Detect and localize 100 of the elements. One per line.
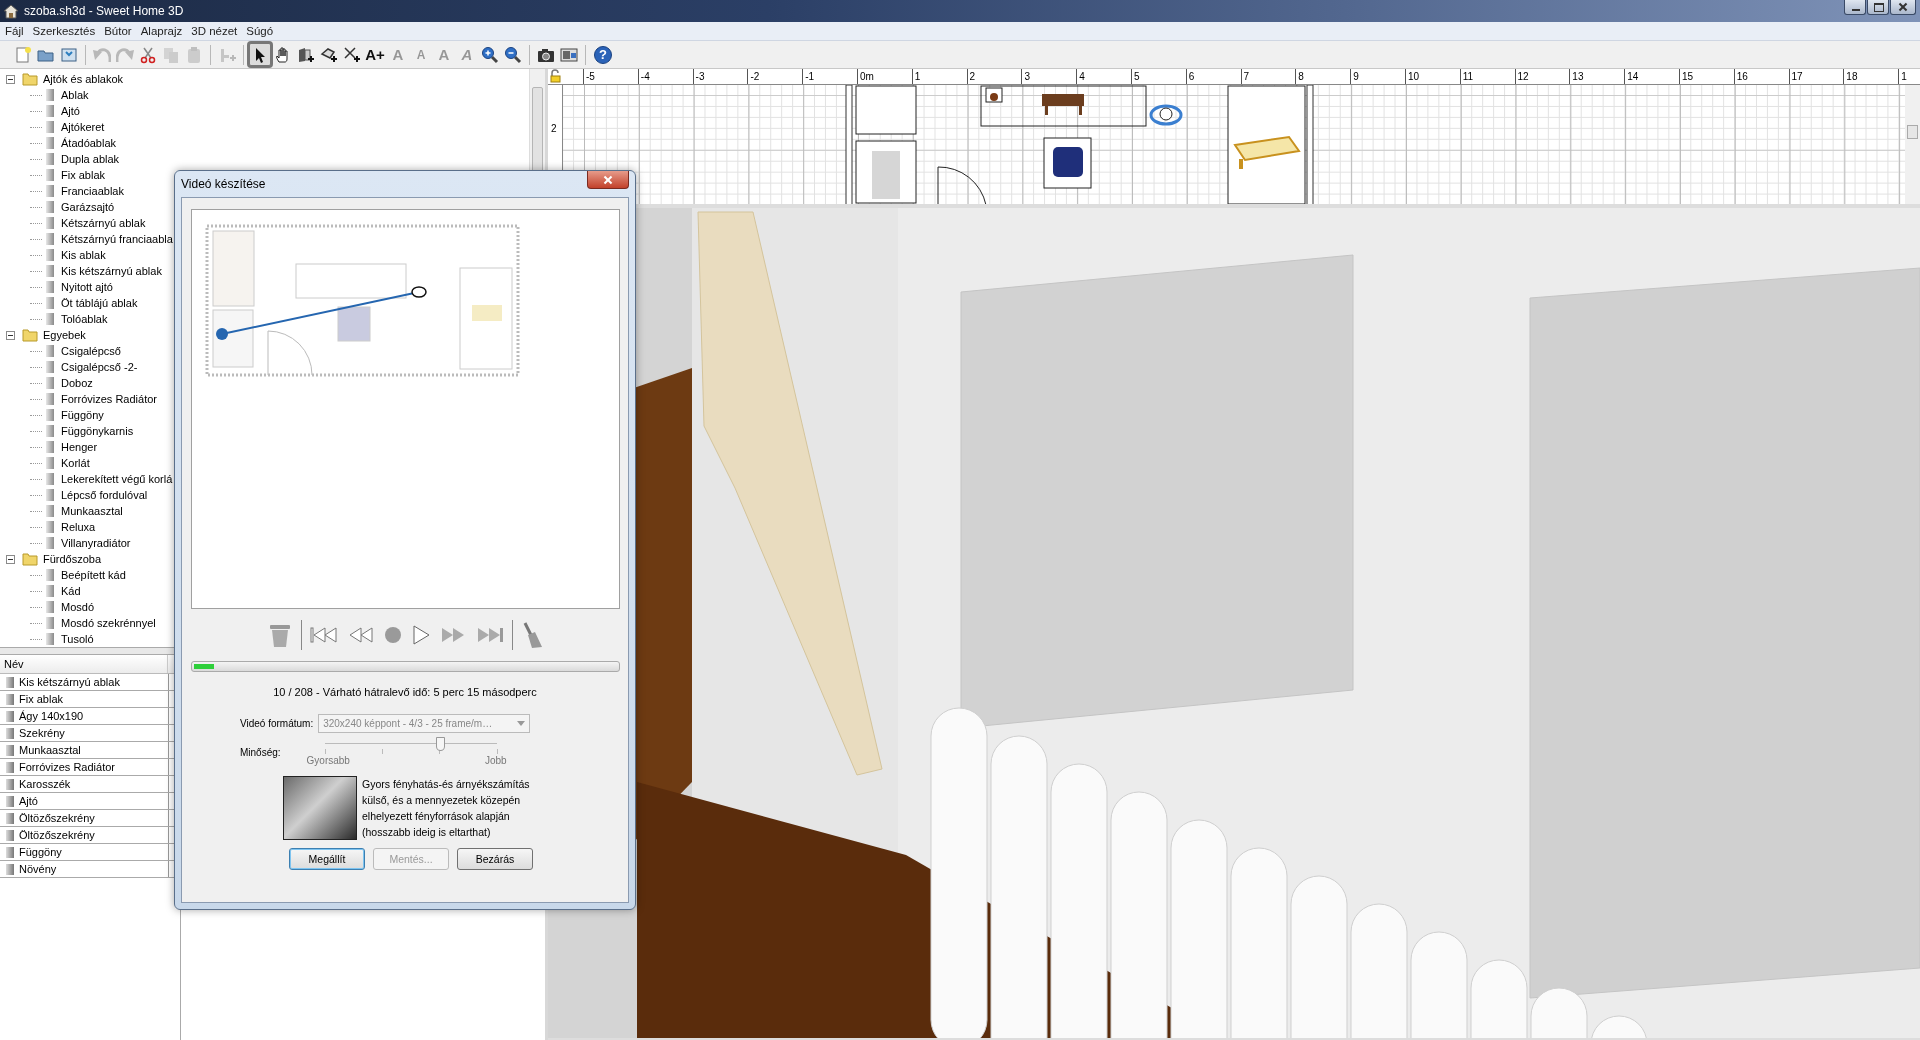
table-cell[interactable]: Munkaasztal: [19, 744, 168, 756]
catalog-item[interactable]: Reluxa: [60, 521, 97, 533]
undo-icon: [93, 45, 111, 64]
catalog-item[interactable]: Lépcső fordulóval: [60, 489, 149, 501]
menu-item[interactable]: Súgó: [241, 25, 278, 37]
catalog-item[interactable]: Kétszárnyú ablak: [60, 217, 147, 229]
field-label: Videó formátum:: [240, 718, 314, 729]
maximize-button[interactable]: [1867, 0, 1889, 15]
collapse-toggle-icon[interactable]: [6, 554, 15, 564]
furniture-icon: [46, 185, 54, 197]
catalog-item[interactable]: Csigalépcső: [60, 345, 122, 357]
wall-plus-icon: [297, 45, 315, 64]
table-cell[interactable]: Kis kétszárnyú ablak: [19, 676, 168, 688]
record-button[interactable]: [382, 626, 404, 644]
furniture-icon: [46, 201, 54, 213]
catalog-item[interactable]: Villanyradiátor: [60, 537, 132, 549]
slider-thumb[interactable]: [435, 737, 445, 751]
table-cell[interactable]: Forróvizes Radiátor: [19, 761, 168, 773]
record-icon: [384, 626, 402, 644]
category-label[interactable]: Egyebek: [42, 329, 87, 341]
catalog-item[interactable]: Forróvizes Radiátor: [60, 393, 158, 405]
catalog-item[interactable]: Doboz: [60, 377, 94, 389]
catalog-item[interactable]: Nyitott ajtó: [60, 281, 114, 293]
dialog-button[interactable]: Bezárás: [457, 848, 533, 870]
catalog-item[interactable]: Ajtó: [60, 105, 81, 117]
menu-item[interactable]: Fájl: [0, 25, 28, 37]
table-cell[interactable]: Karosszék: [19, 778, 168, 790]
dialog-button[interactable]: Megállít: [289, 848, 365, 870]
catalog-item[interactable]: Csigalépcső -2-: [60, 361, 139, 373]
scrollbar[interactable]: [1905, 85, 1920, 204]
catalog-item[interactable]: Beépített kád: [60, 569, 127, 581]
ruler-label: 15: [1678, 69, 1734, 84]
furniture-icon: [6, 676, 14, 688]
catalog-item[interactable]: Kis ablak: [60, 249, 107, 261]
help-button[interactable]: ?: [594, 45, 612, 64]
ruler-label: 9: [1350, 69, 1405, 84]
catalog-item[interactable]: Kád: [60, 585, 82, 597]
ruler-label: 7: [1240, 69, 1296, 84]
quality-slider[interactable]: [324, 737, 497, 755]
catalog-item[interactable]: Dupla ablak: [60, 153, 121, 165]
table-cell[interactable]: Függöny: [19, 846, 168, 858]
category-label[interactable]: Fürdőszoba: [42, 553, 103, 565]
catalog-item[interactable]: Függönykarnis: [60, 425, 135, 437]
collapse-toggle-icon[interactable]: [6, 330, 15, 340]
catalog-item[interactable]: Ajtókeret: [60, 121, 106, 133]
menu-item[interactable]: Alaprajz: [135, 25, 187, 37]
select-button[interactable]: [249, 43, 271, 66]
add-text-button[interactable]: A+: [364, 43, 386, 66]
table-cell[interactable]: Ágy 140x190: [19, 710, 168, 722]
catalog-item[interactable]: Mosdó: [60, 601, 96, 613]
table-cell[interactable]: Öltözőszekrény: [19, 829, 168, 841]
catalog-item[interactable]: Henger: [60, 441, 99, 453]
catalog-item[interactable]: Garázsajtó: [60, 201, 116, 213]
catalog-item[interactable]: Ablak: [60, 89, 90, 101]
lock-icon[interactable]: [548, 69, 562, 83]
catalog-item[interactable]: Tolóablak: [60, 313, 109, 325]
catalog-item[interactable]: Mosdó szekrénnyel: [60, 617, 157, 629]
catalog-item[interactable]: Tusoló: [60, 633, 95, 645]
furniture-icon: [46, 457, 54, 469]
go-to-start-button[interactable]: [308, 626, 340, 644]
furniture-icon: [46, 489, 54, 501]
table-cell[interactable]: Fix ablak: [19, 693, 168, 705]
ruler-label: 12: [1514, 69, 1570, 84]
slider-label: Jobb: [484, 755, 507, 766]
catalog-item[interactable]: Kis kétszárnyú ablak: [60, 265, 163, 277]
close-button[interactable]: [1890, 0, 1916, 15]
collapse-toggle-icon[interactable]: [6, 74, 15, 84]
furniture-icon: [46, 169, 54, 181]
catalog-item[interactable]: Korlát: [60, 457, 91, 469]
furniture-icon: [46, 297, 54, 309]
catalog-item[interactable]: Fix ablak: [60, 169, 107, 181]
table-cell[interactable]: Öltözőszekrény: [19, 812, 168, 824]
category-label[interactable]: Ajtók és ablakok: [42, 73, 125, 85]
window-title: szoba.sh3d - Sweet Home 3D: [24, 4, 184, 18]
menu-item[interactable]: Bútor: [99, 25, 136, 37]
catalog-item[interactable]: Kétszárnyú franciaabla: [60, 233, 174, 245]
table-cell[interactable]: Növény: [19, 863, 168, 875]
catalog-item[interactable]: Munkaasztal: [60, 505, 124, 517]
table-cell[interactable]: Szekrény: [19, 727, 168, 739]
catalog-item[interactable]: Függöny: [60, 409, 105, 421]
catalog-item[interactable]: Franciaablak: [60, 185, 125, 197]
furniture-icon: [6, 761, 14, 773]
catalog-item[interactable]: Lekerekített végű korlá: [60, 473, 174, 485]
house-icon: [3, 3, 19, 19]
play-button[interactable]: [410, 625, 432, 645]
furniture-icon: [6, 829, 14, 841]
ruler-label: 6: [1185, 69, 1241, 84]
furniture-icon: [46, 473, 54, 485]
furniture-icon: [6, 863, 14, 875]
ruler-label: 11: [1459, 69, 1515, 84]
ruler-label: -2: [747, 69, 803, 84]
close-button[interactable]: [587, 171, 629, 189]
catalog-item[interactable]: Öt táblájú ablak: [60, 297, 139, 309]
menu-item[interactable]: 3D nézet: [186, 25, 242, 37]
furniture-icon: [46, 601, 54, 613]
table-cell[interactable]: Ajtó: [19, 795, 168, 807]
menu-item[interactable]: Szerkesztés: [27, 25, 100, 37]
video-camera-icon: [560, 45, 578, 64]
catalog-item[interactable]: Átadóablak: [60, 137, 118, 149]
minimize-button[interactable]: [1844, 0, 1866, 15]
